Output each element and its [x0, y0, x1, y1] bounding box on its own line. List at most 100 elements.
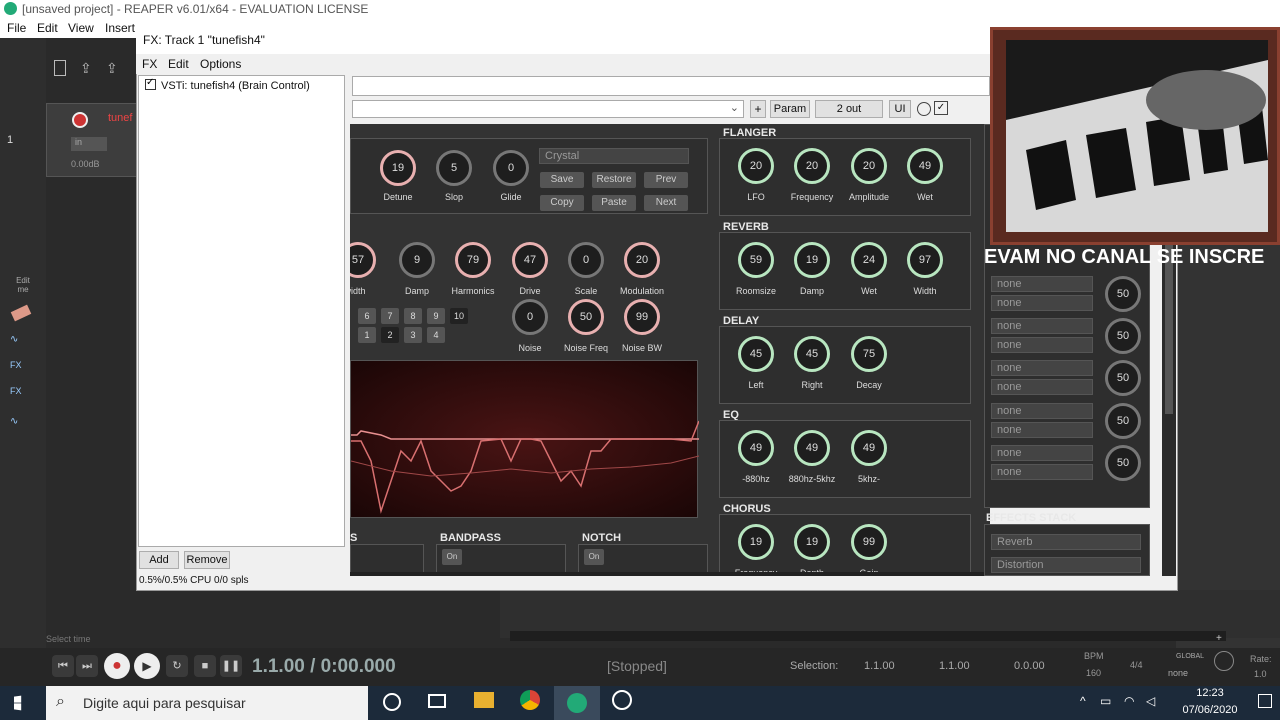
save-button[interactable]: Save — [540, 172, 584, 188]
clock-time[interactable]: 12:23 — [1180, 687, 1240, 699]
delay-right-knob[interactable]: 45 — [794, 336, 830, 372]
envelope-icon[interactable]: ∿ — [10, 334, 32, 348]
ui-toggle-button[interactable]: UI — [889, 100, 911, 118]
harmonics-knob[interactable]: 79 — [455, 242, 491, 278]
mod-target-2b[interactable]: none — [991, 337, 1093, 353]
damp-knob[interactable]: 9 — [399, 242, 435, 278]
menu-view[interactable]: View — [68, 21, 94, 35]
partial-4-button[interactable]: 4 — [427, 327, 445, 343]
io-button[interactable]: 2 out — [815, 100, 883, 118]
prev-button[interactable]: Prev — [644, 172, 688, 188]
go-to-start-button[interactable]: ⏮ — [52, 655, 74, 677]
effects-stack-slot-1[interactable]: Reverb — [991, 534, 1141, 550]
partial-8-button[interactable]: 8 — [404, 308, 422, 324]
add-fx-button[interactable]: Add — [139, 551, 179, 569]
fx-param-input[interactable] — [352, 76, 990, 96]
file-explorer-icon[interactable] — [474, 692, 494, 708]
partial-3-button[interactable]: 3 — [404, 327, 422, 343]
bpm-value[interactable]: 160 — [1086, 668, 1101, 678]
global-value[interactable]: none — [1168, 668, 1188, 678]
slop-knob[interactable]: 5 — [436, 150, 472, 186]
fx-icon-2[interactable]: FX — [10, 386, 32, 400]
preset-dropdown[interactable]: ⌄ — [352, 100, 744, 118]
plugin-hscroll[interactable] — [350, 572, 990, 576]
flanger-lfo-knob[interactable]: 20 — [738, 148, 774, 184]
chorus-depth-knob[interactable]: 19 — [794, 524, 830, 560]
delay-decay-knob[interactable]: 75 — [851, 336, 887, 372]
next-button[interactable]: Next — [644, 195, 688, 211]
chorus-gain-knob[interactable]: 99 — [851, 524, 887, 560]
mod-target-1b[interactable]: none — [991, 295, 1093, 311]
reverb-width-knob[interactable]: 97 — [907, 242, 943, 278]
fx-menu-fx[interactable]: FX — [142, 57, 157, 71]
mod-amount-knob-2[interactable]: 50 — [1105, 318, 1141, 354]
loop-button[interactable]: ↻ — [166, 655, 188, 677]
track-control-panel[interactable]: 1 tunef in 0.00dB — [7, 103, 138, 177]
track-input-label[interactable]: in — [71, 137, 107, 151]
fx-chain-item[interactable]: VSTi: tunefish4 (Brain Control) — [145, 77, 310, 92]
mod-target-3b[interactable]: none — [991, 379, 1093, 395]
clock-date[interactable]: 07/06/2020 — [1168, 704, 1252, 716]
selection-length[interactable]: 0.0.00 — [1014, 660, 1045, 672]
param-button[interactable]: Param — [770, 100, 810, 118]
wet-knob-icon[interactable] — [917, 102, 931, 116]
partial-2-button[interactable]: 2 — [381, 327, 399, 343]
time-signature[interactable]: 4/4 — [1130, 660, 1143, 670]
wave-icon[interactable]: ∿ — [10, 416, 32, 430]
menu-file[interactable]: File — [7, 21, 26, 35]
partial-1-button[interactable]: 1 — [358, 327, 376, 343]
fx-menu-options[interactable]: Options — [200, 57, 241, 71]
noise-freq-knob[interactable]: 50 — [568, 299, 604, 335]
add-preset-button[interactable]: + — [750, 100, 766, 118]
fx-enable-checkbox[interactable] — [145, 77, 156, 90]
fx-icon[interactable]: FX — [10, 360, 32, 374]
wifi-icon[interactable]: ◠ — [1124, 694, 1134, 708]
noise-knob[interactable]: 0 — [512, 299, 548, 335]
record-button[interactable]: ● — [104, 653, 130, 679]
preset-name-field[interactable]: Crystal — [539, 148, 689, 164]
flanger-frequency-knob[interactable]: 20 — [794, 148, 830, 184]
mod-source-2a[interactable]: none — [991, 318, 1093, 334]
fx-menu-edit[interactable]: Edit — [168, 57, 189, 71]
delay-left-knob[interactable]: 45 — [738, 336, 774, 372]
reverb-roomsize-knob[interactable]: 59 — [738, 242, 774, 278]
menu-insert[interactable]: Insert — [105, 21, 135, 35]
stop-button[interactable]: ■ — [194, 655, 216, 677]
copy-button[interactable]: Copy — [540, 195, 584, 211]
paste-button[interactable]: Paste — [592, 195, 636, 211]
record-arm-button[interactable] — [72, 112, 88, 128]
go-to-end-button[interactable]: ⏭ — [76, 655, 98, 677]
reverb-damp-knob[interactable]: 19 — [794, 242, 830, 278]
chorus-frequency-knob[interactable]: 19 — [738, 524, 774, 560]
app-icon[interactable] — [612, 690, 632, 710]
chrome-icon[interactable] — [520, 690, 540, 710]
scale-knob[interactable]: 0 — [568, 242, 604, 278]
track-name[interactable]: tunef — [108, 112, 132, 124]
network-icon[interactable]: ▭ — [1100, 694, 1111, 708]
effects-stack-slot-2[interactable]: Distortion — [991, 557, 1141, 573]
eq-low-knob[interactable]: 49 — [738, 430, 774, 466]
taskbar-search-box[interactable]: ⌕ Digite aqui para pesquisar — [46, 686, 368, 720]
mod-target-4b[interactable]: none — [991, 422, 1093, 438]
eq-high-knob[interactable]: 49 — [851, 430, 887, 466]
partial-9-button[interactable]: 9 — [427, 308, 445, 324]
bandwidth-knob[interactable]: 57 — [350, 242, 376, 278]
noise-bw-knob[interactable]: 99 — [624, 299, 660, 335]
mod-source-4a[interactable]: none — [991, 403, 1093, 419]
mod-source-5a[interactable]: none — [991, 445, 1093, 461]
reverb-wet-knob[interactable]: 24 — [851, 242, 887, 278]
drive-knob[interactable]: 47 — [512, 242, 548, 278]
remove-fx-button[interactable]: Remove — [184, 551, 230, 569]
partial-7-button[interactable]: 7 — [381, 308, 399, 324]
new-file-icon[interactable] — [54, 60, 66, 76]
notification-icon[interactable] — [1258, 694, 1272, 708]
mod-amount-knob-4[interactable]: 50 — [1105, 403, 1141, 439]
partial-10-button[interactable]: 10 — [450, 308, 468, 324]
fx-chain-list[interactable]: VSTi: tunefish4 (Brain Control) — [138, 75, 345, 547]
selection-start[interactable]: 1.1.00 — [864, 660, 895, 672]
mod-amount-knob-3[interactable]: 50 — [1105, 360, 1141, 396]
mod-amount-knob-5[interactable]: 50 — [1105, 445, 1141, 481]
play-button[interactable]: ▶ — [134, 653, 160, 679]
flanger-wet-knob[interactable]: 49 — [907, 148, 943, 184]
speaker-icon[interactable]: ◁ — [1146, 694, 1155, 708]
